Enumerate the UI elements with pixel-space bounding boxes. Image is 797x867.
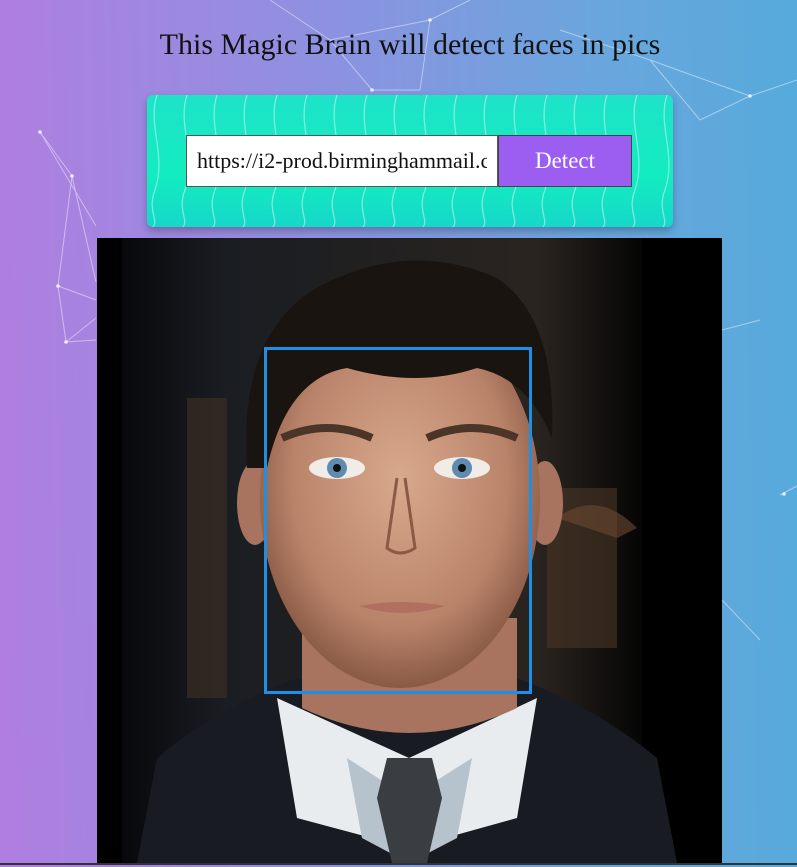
divider	[0, 863, 797, 865]
page-title: This Magic Brain will detect faces in pi…	[159, 28, 661, 61]
face-bounding-box	[264, 347, 532, 694]
detect-button[interactable]: Detect	[498, 135, 632, 187]
image-url-input[interactable]	[186, 135, 498, 187]
image-link-form: Detect	[147, 95, 673, 227]
